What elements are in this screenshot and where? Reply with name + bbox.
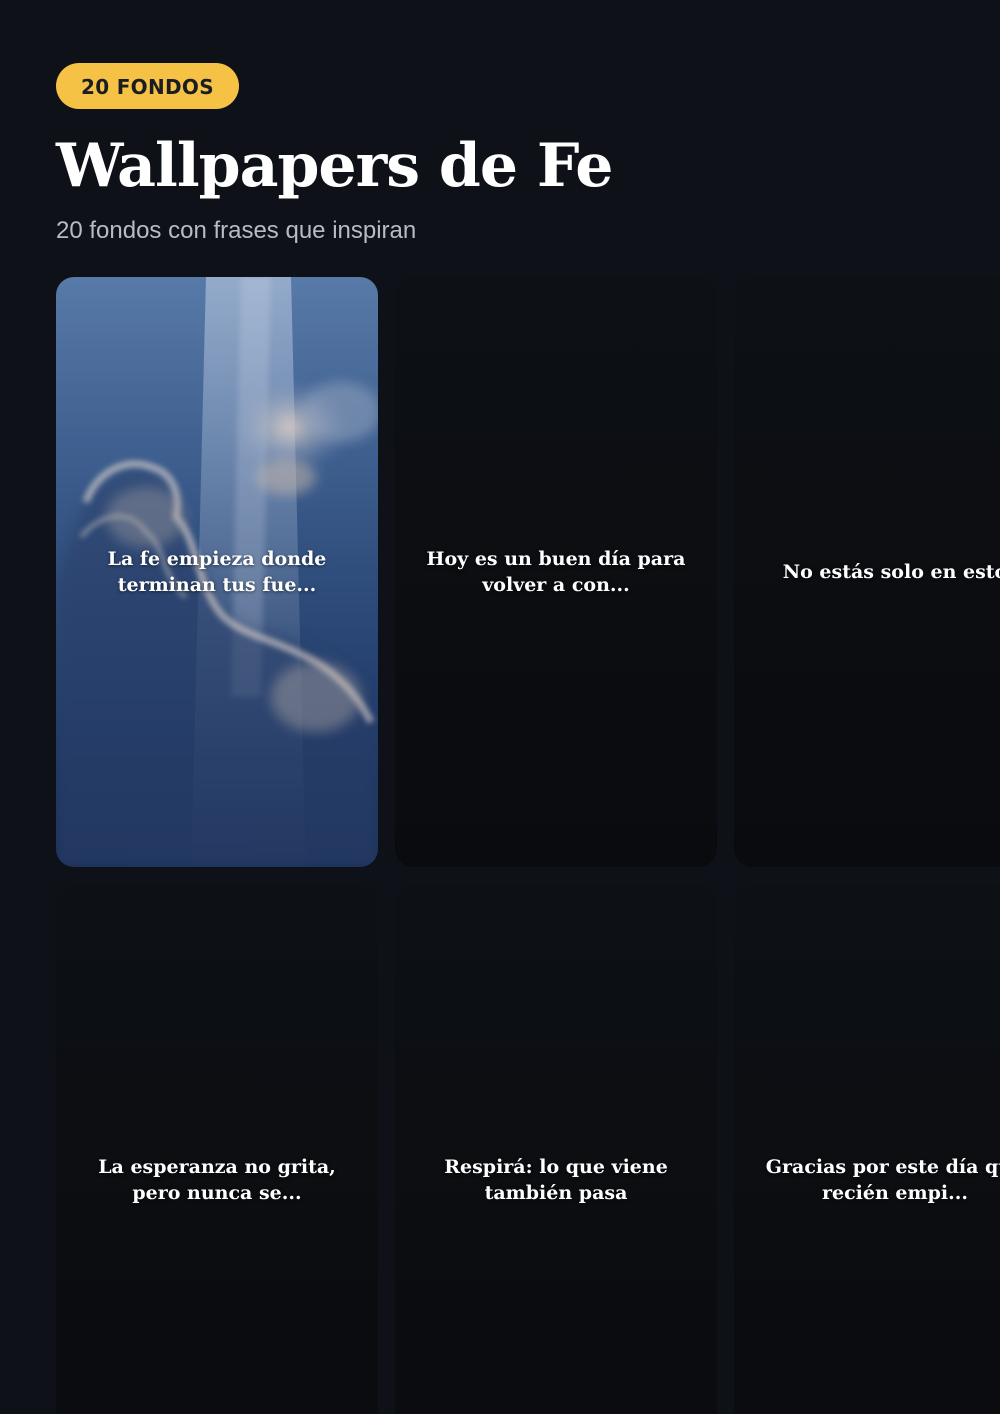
- wallpaper-quote: Respirá: lo que viene también pasa: [444, 1156, 668, 1204]
- wallpaper-grid: La fe empieza donde terminan tus fue... …: [56, 277, 1000, 1414]
- wallpaper-card[interactable]: La fe empieza donde terminan tus fue...: [56, 277, 378, 867]
- wallpapers-page: 20 FONDOS Wallpapers de Fe 20 fondos con…: [0, 0, 1000, 1414]
- count-badge: 20 FONDOS: [56, 63, 239, 109]
- wallpaper-quote: Hoy es un buen día para volver a con...: [426, 548, 686, 596]
- page-title: Wallpapers de Fe: [56, 131, 613, 201]
- wallpaper-quote: No estás solo en esto: [782, 561, 1000, 583]
- wallpaper-card[interactable]: La esperanza no grita, pero nunca se...: [56, 885, 378, 1414]
- wallpaper-card[interactable]: Respirá: lo que viene también pasa: [395, 885, 717, 1414]
- wallpaper-card[interactable]: Hoy es un buen día para volver a con...: [395, 277, 717, 867]
- wallpaper-quote: La esperanza no grita, pero nunca se...: [98, 1156, 336, 1204]
- page-subtitle: 20 fondos con frases que inspiran: [56, 217, 417, 244]
- wallpaper-card[interactable]: No estás solo en esto: [734, 277, 1000, 867]
- wallpaper-card[interactable]: Gracias por este día que recién empi...: [734, 885, 1000, 1414]
- wallpaper-quote: La fe empieza donde terminan tus fue...: [107, 548, 327, 596]
- wallpaper-quote: Gracias por este día que recién empi...: [765, 1156, 1000, 1204]
